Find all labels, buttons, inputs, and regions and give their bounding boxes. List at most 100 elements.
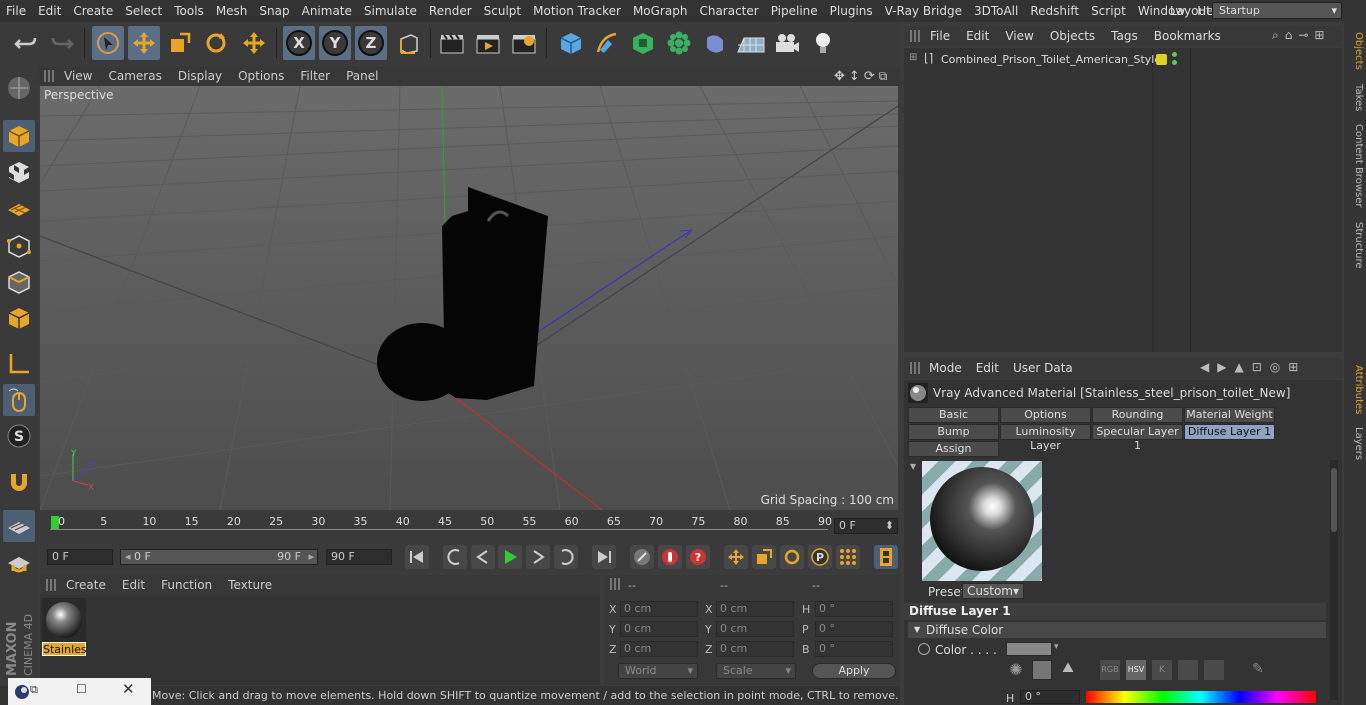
side-tab-structure[interactable]: Structure — [1346, 220, 1364, 270]
tab-rounding[interactable]: Rounding — [1092, 407, 1183, 423]
rotate-tool-button[interactable] — [200, 26, 232, 60]
coordinate-mode-select[interactable]: World ▾ — [618, 663, 698, 679]
coordinate-system-button[interactable] — [393, 26, 425, 60]
size-x-field[interactable]: 0 cm — [716, 601, 794, 617]
menu-3dtoall[interactable]: 3DToAll — [968, 0, 1024, 22]
edges-mode-button[interactable] — [3, 266, 35, 298]
texture-mode-button[interactable] — [3, 156, 35, 188]
menu-edit[interactable]: Edit — [32, 0, 67, 22]
viewport-menu-options[interactable]: Options — [230, 69, 292, 83]
menu-redshift[interactable]: Redshift — [1024, 0, 1085, 22]
side-tab-takes[interactable]: Takes — [1346, 82, 1364, 114]
objects-menu-view[interactable]: View — [997, 29, 1041, 43]
solo-mode-button[interactable]: S — [3, 420, 35, 452]
eyedropper-icon[interactable]: ✎ — [1252, 661, 1264, 677]
new-panel-icon[interactable]: ⊞ — [1288, 360, 1298, 374]
object-row[interactable]: ⊞ ⌊⌉ Combined_Prison_Toilet_American_Sty… — [904, 51, 1342, 69]
render-to-picture-viewer-button[interactable] — [472, 26, 504, 60]
hue-slider[interactable] — [1086, 691, 1316, 703]
scrollbar-thumb[interactable] — [1331, 468, 1337, 532]
rot-h-field[interactable]: 0 ° — [815, 601, 893, 617]
snap-button[interactable] — [3, 466, 35, 498]
viewport-menu-filter[interactable]: Filter — [292, 69, 338, 83]
quantize-button[interactable] — [3, 548, 35, 580]
menu-script[interactable]: Script — [1085, 0, 1132, 22]
menu-animate[interactable]: Animate — [296, 0, 358, 22]
keyframe-selection-button[interactable] — [630, 545, 654, 569]
scale-tool-button[interactable] — [164, 26, 196, 60]
z-axis-lock-button[interactable]: Z — [355, 26, 387, 60]
material-preview-large[interactable] — [922, 461, 1042, 581]
make-editable-button[interactable] — [3, 72, 35, 104]
add-cube-button[interactable] — [555, 26, 587, 60]
menu-pipeline[interactable]: Pipeline — [765, 0, 824, 22]
tab-luminosity-layer[interactable]: Luminosity Layer — [1000, 424, 1091, 452]
menu-simulate[interactable]: Simulate — [358, 0, 423, 22]
group-diffuse-color[interactable]: ▼ Diffuse Color — [908, 622, 1326, 638]
link-icon[interactable]: ⊸ — [1298, 28, 1308, 43]
add-environment-button[interactable] — [735, 26, 767, 60]
material-menu-create[interactable]: Create — [58, 578, 114, 592]
add-nurbs-button[interactable] — [627, 26, 659, 60]
tab-material-weight[interactable]: Material Weight — [1184, 407, 1275, 423]
rot-b-field[interactable]: 0 ° — [815, 641, 893, 657]
menu-sculpt[interactable]: Sculpt — [478, 0, 527, 22]
collapse-triangle-icon[interactable]: ▼ — [910, 462, 916, 471]
objects-menu-bookmarks[interactable]: Bookmarks — [1146, 29, 1229, 43]
timeline-view-button[interactable] — [874, 545, 898, 569]
menu-snap[interactable]: Snap — [253, 0, 295, 22]
timeline[interactable]: 0 5 10 15 20 25 30 35 40 45 50 55 60 65 70 75 80 85 90 0 F… — [40, 512, 900, 542]
add-camera-button[interactable] — [771, 26, 803, 60]
material-menu-texture[interactable]: Texture — [220, 578, 280, 592]
side-tab-objects[interactable]: Objects — [1346, 30, 1364, 72]
attributes-menu-user-data[interactable]: User Data — [1006, 361, 1080, 375]
workplane-snap-button[interactable] — [3, 510, 35, 542]
record-button[interactable] — [658, 545, 682, 569]
objects-menu-file[interactable]: File — [922, 29, 958, 43]
mixer-mode-button[interactable] — [1178, 660, 1198, 680]
add-spline-button[interactable] — [591, 26, 623, 60]
tab-bump[interactable]: Bump — [908, 424, 999, 440]
menu-tools[interactable]: Tools — [168, 0, 210, 22]
select-tool-button[interactable] — [92, 26, 124, 60]
objects-menu-tags[interactable]: Tags — [1103, 29, 1146, 43]
pan-view-icon[interactable]: ✥ — [834, 69, 845, 84]
new-view-icon[interactable]: ⊞ — [1314, 28, 1324, 43]
material-menu-function[interactable]: Function — [153, 578, 220, 592]
layer-color-tag[interactable] — [1156, 54, 1167, 65]
rgb-mode-button[interactable]: RGB — [1100, 660, 1120, 680]
tweak-mode-button[interactable] — [3, 384, 35, 416]
perspective-viewport[interactable]: Y X Z Perspective Grid Spacing : 100 cm — [40, 86, 898, 510]
x-axis-lock-button[interactable]: X — [283, 26, 315, 60]
maximize-view-icon[interactable]: ⧉ — [879, 69, 888, 84]
undo-button[interactable] — [10, 26, 42, 60]
render-view-button[interactable] — [436, 26, 468, 60]
frame-range-slider[interactable]: ◂ 0 F 90 F ▸ — [120, 549, 318, 565]
render-settings-button[interactable] — [508, 26, 540, 60]
next-frame-button[interactable] — [526, 545, 550, 569]
menu-motion-tracker[interactable]: Motion Tracker — [527, 0, 627, 22]
workplane-mode-button[interactable] — [3, 192, 35, 224]
points-mode-button[interactable] — [3, 230, 35, 262]
cinema4d-app-icon[interactable] — [14, 684, 30, 700]
size-y-field[interactable]: 0 cm — [716, 621, 794, 637]
play-button[interactable] — [498, 545, 522, 569]
color-wheel-icon[interactable]: ✺ — [1006, 660, 1026, 680]
menu-plugins[interactable]: Plugins — [824, 0, 879, 22]
search-icon[interactable]: ⌕ — [1272, 28, 1279, 43]
animate-toggle-icon[interactable] — [918, 643, 930, 655]
viewport-menu-display[interactable]: Display — [170, 69, 230, 83]
zoom-view-icon[interactable]: ↕ — [849, 69, 860, 84]
material-swatch[interactable]: Stainles — [42, 598, 87, 656]
add-mograph-button[interactable] — [663, 26, 695, 60]
key-position-button[interactable] — [724, 545, 748, 569]
hue-field[interactable]: 0 ° — [1020, 690, 1080, 704]
tab-options[interactable]: Options — [1000, 407, 1091, 423]
rotate-view-icon[interactable]: ⟳ — [864, 69, 875, 84]
image-picker-icon[interactable]: ⛰ — [1058, 660, 1078, 680]
add-deformer-button[interactable] — [699, 26, 731, 60]
target-icon[interactable]: ◎ — [1270, 360, 1280, 374]
y-axis-lock-button[interactable]: Y — [319, 26, 351, 60]
size-mode-select[interactable]: Scale ▾ — [716, 663, 796, 679]
spectrum-icon[interactable] — [1032, 660, 1052, 680]
